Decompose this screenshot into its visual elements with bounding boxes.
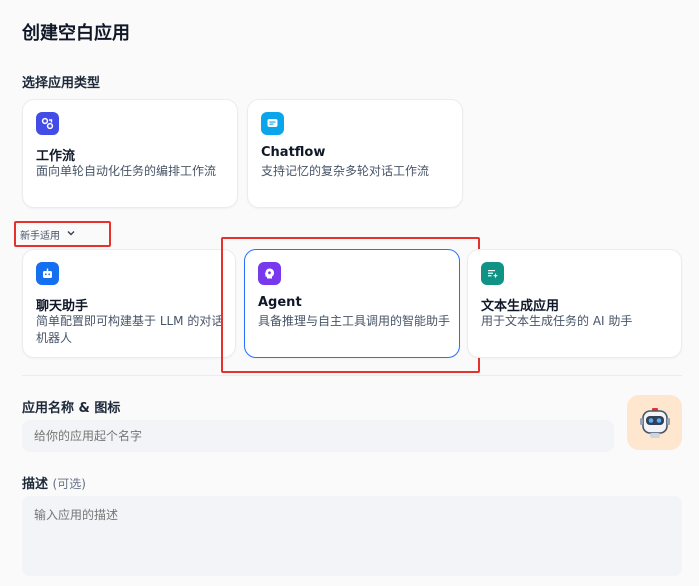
- robot-avatar-icon[interactable]: [627, 395, 682, 450]
- app-type-card-text-generation[interactable]: 文本生成应用 用于文本生成任务的 AI 助手: [467, 249, 682, 358]
- card-desc: 具备推理与自主工具调用的智能助手: [258, 314, 451, 328]
- divider: [22, 375, 682, 376]
- beginner-label: 新手适用: [20, 231, 60, 242]
- workflow-icon: [36, 112, 59, 135]
- text-generation-icon: [481, 262, 504, 285]
- optional-tag: (可选): [52, 477, 86, 491]
- chat-bot-icon: [36, 262, 59, 285]
- card-name: 工作流: [36, 149, 76, 164]
- description-label: 描述 (可选): [22, 473, 86, 492]
- app-type-card-agent[interactable]: Agent 具备推理与自主工具调用的智能助手: [244, 249, 460, 358]
- card-desc: 面向单轮自动化任务的编排工作流: [36, 164, 217, 178]
- app-name-input[interactable]: [22, 420, 614, 452]
- card-desc: 支持记忆的复杂多轮对话工作流: [261, 164, 430, 178]
- page-title: 创建空白应用: [22, 23, 130, 44]
- app-name-label: 应用名称 & 图标: [22, 401, 121, 416]
- card-name: 聊天助手: [36, 299, 89, 314]
- description-textarea[interactable]: [22, 496, 682, 576]
- card-name: 文本生成应用: [481, 299, 560, 314]
- agent-icon: [258, 262, 281, 285]
- card-desc: 用于文本生成任务的 AI 助手: [481, 314, 633, 328]
- card-name: Chatflow: [261, 145, 326, 160]
- app-type-card-chatflow[interactable]: Chatflow 支持记忆的复杂多轮对话工作流: [247, 99, 463, 208]
- card-desc: 简单配置即可构建基于 LLM 的对话机器人: [36, 314, 224, 345]
- app-type-card-chat-assistant[interactable]: 聊天助手 简单配置即可构建基于 LLM 的对话机器人: [22, 249, 236, 358]
- app-type-card-workflow[interactable]: 工作流 面向单轮自动化任务的编排工作流: [22, 99, 238, 208]
- chevron-down-icon: [66, 228, 76, 241]
- chatflow-icon: [261, 112, 284, 135]
- app-type-label: 选择应用类型: [22, 76, 101, 91]
- beginner-toggle[interactable]: 新手适用: [20, 227, 76, 242]
- description-label-text: 描述: [22, 477, 49, 492]
- card-name: Agent: [258, 295, 302, 310]
